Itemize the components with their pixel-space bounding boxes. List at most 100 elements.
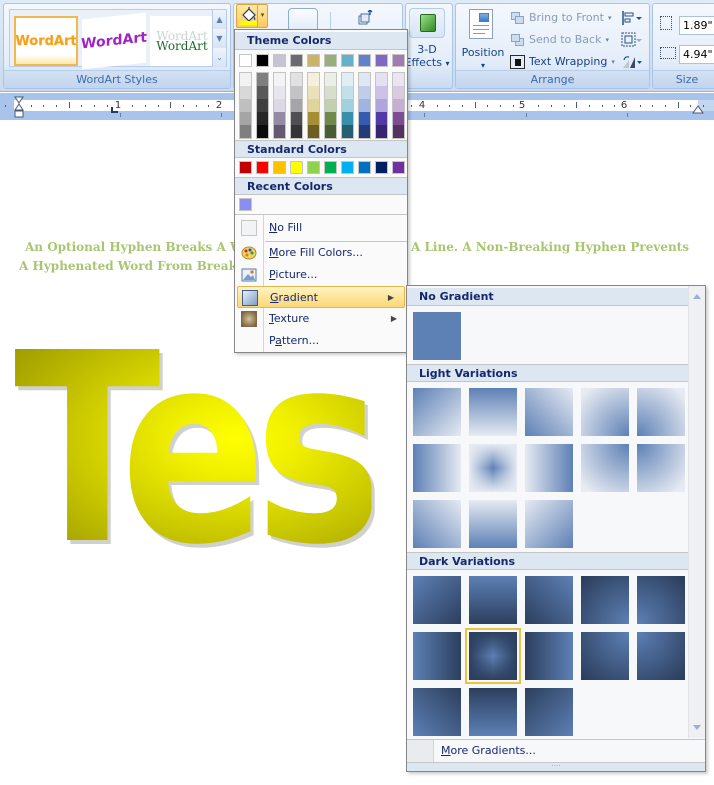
- light-gradient-swatch[interactable]: [525, 388, 573, 436]
- theme-shade-swatch[interactable]: [274, 86, 285, 99]
- theme-shade-swatch[interactable]: [240, 99, 251, 112]
- light-gradient-swatch[interactable]: [413, 388, 461, 436]
- theme-shade-swatch[interactable]: [291, 112, 302, 125]
- wordart-style-serif-green[interactable]: WordArt WordArt: [150, 16, 214, 66]
- menu-item-pattern[interactable]: Pattern...: [235, 330, 407, 352]
- text-wrapping-button[interactable]: Text Wrapping ▾: [510, 53, 615, 71]
- group-icon[interactable]: [621, 32, 643, 48]
- scroll-up-arrow-icon[interactable]: [693, 294, 701, 299]
- theme-shade-swatch[interactable]: [376, 73, 387, 86]
- standard-color-swatch[interactable]: [307, 161, 320, 174]
- theme-shade-swatch[interactable]: [359, 99, 370, 112]
- shape-height-field[interactable]: 1.89": [679, 16, 714, 35]
- theme-shade-swatch[interactable]: [308, 112, 319, 125]
- 3d-effects-button[interactable]: [409, 8, 445, 38]
- light-gradient-swatch[interactable]: [637, 444, 685, 492]
- theme-color-swatch[interactable]: [375, 54, 388, 67]
- dark-gradient-swatch[interactable]: [637, 632, 685, 680]
- theme-shade-swatch[interactable]: [393, 99, 404, 112]
- standard-color-swatch[interactable]: [290, 161, 303, 174]
- gallery-scroll-down-button[interactable]: ▼: [212, 29, 226, 48]
- light-gradient-swatch[interactable]: [637, 388, 685, 436]
- theme-shade-swatch[interactable]: [274, 125, 285, 138]
- recent-color-swatch[interactable]: [239, 198, 252, 211]
- resize-grip[interactable]: ····: [407, 762, 705, 771]
- menu-item-gradient[interactable]: Gradient ▶: [237, 286, 405, 308]
- scroll-down-arrow-icon[interactable]: [693, 725, 701, 730]
- theme-shade-swatch[interactable]: [376, 99, 387, 112]
- light-gradient-swatch[interactable]: [581, 444, 629, 492]
- dark-gradient-swatch[interactable]: [525, 688, 573, 736]
- no-gradient-swatch[interactable]: [413, 312, 461, 360]
- light-gradient-swatch[interactable]: [469, 444, 517, 492]
- theme-shade-swatch[interactable]: [291, 99, 302, 112]
- right-indent-marker[interactable]: [692, 105, 704, 114]
- dark-gradient-swatch[interactable]: [581, 576, 629, 624]
- theme-shade-swatch[interactable]: [376, 112, 387, 125]
- theme-shade-swatch[interactable]: [359, 125, 370, 138]
- theme-shade-swatch[interactable]: [257, 73, 268, 86]
- dark-gradient-swatch[interactable]: [637, 576, 685, 624]
- theme-shade-swatch[interactable]: [393, 125, 404, 138]
- theme-shade-swatch[interactable]: [257, 125, 268, 138]
- theme-color-swatch[interactable]: [307, 54, 320, 67]
- dark-gradient-swatch[interactable]: [413, 632, 461, 680]
- shape-fill-dropdown-arrow[interactable]: ▾: [257, 5, 267, 27]
- align-icon[interactable]: [621, 10, 643, 26]
- menu-item-no-fill[interactable]: No Fill: [235, 217, 407, 239]
- theme-shade-swatch[interactable]: [308, 125, 319, 138]
- theme-shade-swatch[interactable]: [325, 86, 336, 99]
- light-gradient-swatch[interactable]: [413, 444, 461, 492]
- light-gradient-swatch[interactable]: [581, 388, 629, 436]
- theme-shade-swatch[interactable]: [257, 112, 268, 125]
- theme-shade-swatch[interactable]: [240, 86, 251, 99]
- theme-shade-swatch[interactable]: [325, 125, 336, 138]
- theme-shade-swatch[interactable]: [359, 73, 370, 86]
- dark-gradient-swatch[interactable]: [525, 576, 573, 624]
- wordart-style-purple[interactable]: WordArt: [81, 12, 147, 70]
- light-gradient-swatch[interactable]: [525, 444, 573, 492]
- theme-shade-swatch[interactable]: [308, 73, 319, 86]
- theme-shade-swatch[interactable]: [240, 112, 251, 125]
- theme-shade-swatch[interactable]: [359, 86, 370, 99]
- dark-gradient-swatch[interactable]: [465, 628, 521, 684]
- gallery-scrollbar[interactable]: [688, 286, 705, 738]
- dark-gradient-swatch[interactable]: [525, 632, 573, 680]
- theme-shade-swatch[interactable]: [325, 99, 336, 112]
- bring-to-front-button[interactable]: Bring to Front ▾: [510, 9, 611, 27]
- more-gradients-button[interactable]: More Gradients...: [407, 739, 705, 763]
- dark-gradient-swatch[interactable]: [469, 576, 517, 624]
- theme-shade-swatch[interactable]: [342, 99, 353, 112]
- theme-shade-swatch[interactable]: [393, 86, 404, 99]
- theme-shade-swatch[interactable]: [240, 125, 251, 138]
- theme-color-swatch[interactable]: [290, 54, 303, 67]
- theme-shade-swatch[interactable]: [291, 86, 302, 99]
- standard-color-swatch[interactable]: [375, 161, 388, 174]
- position-button[interactable]: Position ▾: [458, 46, 508, 72]
- standard-color-swatch[interactable]: [392, 161, 405, 174]
- standard-color-swatch[interactable]: [256, 161, 269, 174]
- light-gradient-swatch[interactable]: [525, 500, 573, 548]
- shape-fill-button[interactable]: ▾: [236, 4, 268, 28]
- wordart-object[interactable]: Tes: [14, 319, 383, 581]
- dark-gradient-swatch[interactable]: [413, 576, 461, 624]
- theme-color-swatch[interactable]: [239, 54, 252, 67]
- menu-item-texture[interactable]: Texture ▶: [235, 308, 407, 330]
- theme-color-swatch[interactable]: [256, 54, 269, 67]
- dark-gradient-swatch[interactable]: [413, 688, 461, 736]
- theme-shade-swatch[interactable]: [240, 73, 251, 86]
- theme-shade-swatch[interactable]: [376, 125, 387, 138]
- theme-shade-swatch[interactable]: [393, 73, 404, 86]
- theme-shade-swatch[interactable]: [393, 112, 404, 125]
- menu-item-more-fill-colors[interactable]: More Fill Colors...: [235, 242, 407, 264]
- theme-color-swatch[interactable]: [392, 54, 405, 67]
- theme-color-swatch[interactable]: [358, 54, 371, 67]
- theme-shade-swatch[interactable]: [274, 73, 285, 86]
- theme-color-swatch[interactable]: [341, 54, 354, 67]
- theme-shade-swatch[interactable]: [325, 112, 336, 125]
- standard-color-swatch[interactable]: [341, 161, 354, 174]
- theme-shade-swatch[interactable]: [291, 125, 302, 138]
- theme-shade-swatch[interactable]: [342, 73, 353, 86]
- dark-gradient-swatch[interactable]: [469, 688, 517, 736]
- theme-shade-swatch[interactable]: [342, 112, 353, 125]
